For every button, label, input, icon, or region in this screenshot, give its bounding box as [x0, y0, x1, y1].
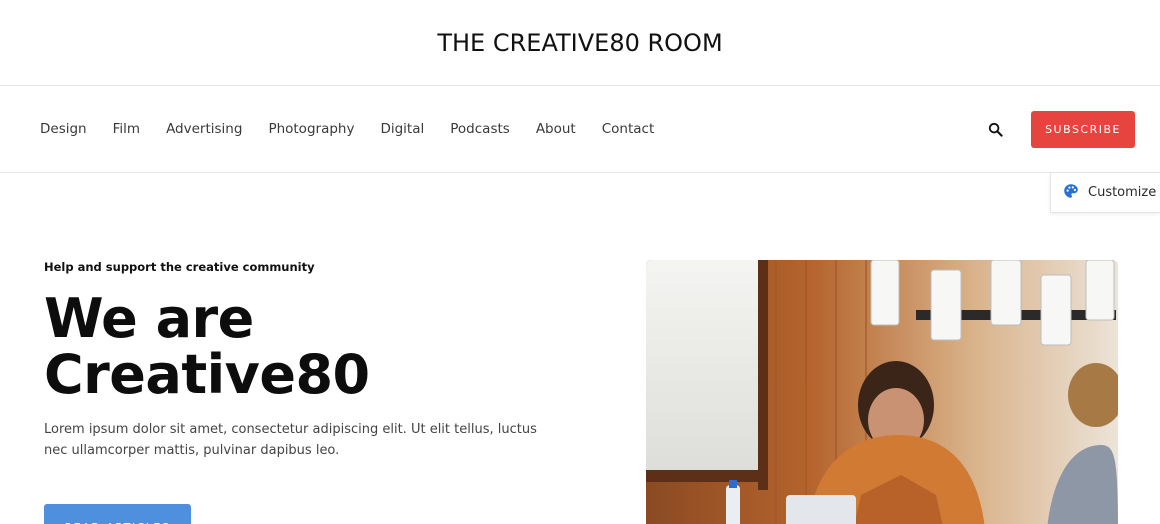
hero-description: Lorem ipsum dolor sit amet, consectetur …: [44, 422, 537, 458]
search-icon[interactable]: [983, 117, 1007, 141]
hero-section: Help and support the creative community …: [0, 174, 1160, 524]
nav-item-podcasts[interactable]: Podcasts: [450, 121, 510, 137]
hero-headline-line1: We are: [44, 287, 254, 350]
hero-eyebrow: Help and support the creative community: [44, 260, 315, 274]
nav-item-photography[interactable]: Photography: [268, 121, 354, 137]
main-navigation: Design Film Advertising Photography Digi…: [0, 86, 1160, 173]
hero-text: Help and support the creative community …: [44, 260, 604, 524]
nav-actions: SUBSCRIBE: [983, 86, 1135, 172]
read-articles-button[interactable]: READ ARTICLES: [44, 504, 191, 524]
nav-item-design[interactable]: Design: [40, 121, 87, 137]
hero-headline-line2: Creative80: [44, 343, 370, 406]
nav-item-about[interactable]: About: [536, 121, 576, 137]
nav-item-contact[interactable]: Contact: [602, 121, 655, 137]
nav-item-digital[interactable]: Digital: [380, 121, 424, 137]
hero-image: [646, 260, 1118, 524]
nav-list: Design Film Advertising Photography Digi…: [40, 121, 680, 137]
nav-item-film[interactable]: Film: [113, 121, 140, 137]
hero-headline: We are Creative80: [44, 291, 604, 403]
subscribe-button[interactable]: SUBSCRIBE: [1031, 110, 1135, 148]
site-title[interactable]: THE CREATIVE80 ROOM: [437, 29, 722, 57]
nav-item-advertising[interactable]: Advertising: [166, 121, 242, 137]
site-header: THE CREATIVE80 ROOM: [0, 0, 1160, 86]
